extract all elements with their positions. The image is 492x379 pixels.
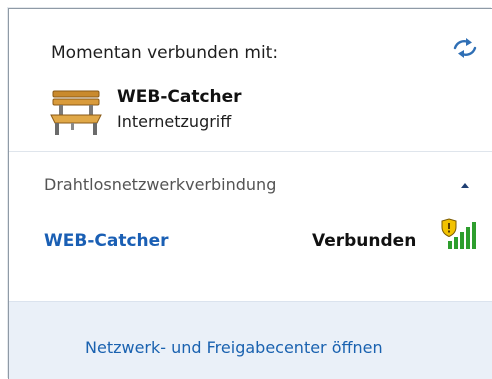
current-connection-section: Momentan verbunden mit: WEB-Catcher Inte… <box>9 9 492 151</box>
wireless-network-name: WEB-Catcher <box>44 231 169 251</box>
wireless-network-status: Verbunden <box>312 231 417 251</box>
refresh-button[interactable] <box>451 36 479 60</box>
network-flyout: Momentan verbunden mit: WEB-Catcher Inte… <box>8 8 492 379</box>
refresh-arrows-icon <box>453 38 477 58</box>
wireless-section-title: Drahtlosnetzwerkverbindung <box>44 175 277 194</box>
bench-icon <box>49 87 103 137</box>
footer-panel: Netzwerk- und Freigabecenter öffnen <box>9 301 492 379</box>
collapse-section-button[interactable] <box>456 177 474 193</box>
current-connection-heading: Momentan verbunden mit: <box>51 43 279 63</box>
connected-network-name: WEB-Catcher <box>117 87 242 107</box>
signal-strength-shield-icon <box>440 217 478 253</box>
section-divider <box>9 151 492 152</box>
wireless-network-item[interactable]: WEB-Catcher Verbunden <box>35 217 483 257</box>
chevron-up-icon <box>461 183 469 188</box>
network-sharing-center-link[interactable]: Netzwerk- und Freigabecenter öffnen <box>85 338 383 357</box>
connection-access-type: Internetzugriff <box>117 112 232 131</box>
